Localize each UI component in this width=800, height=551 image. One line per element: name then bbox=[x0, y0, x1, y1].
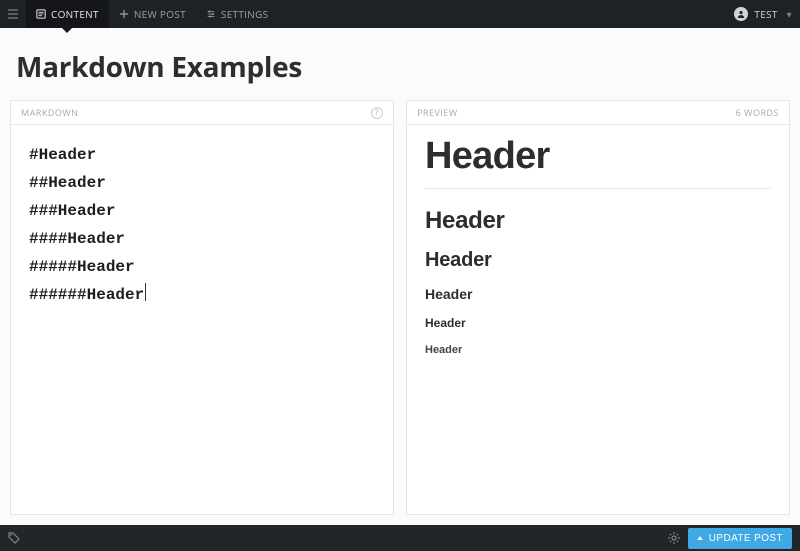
update-post-label: UPDATE POST bbox=[709, 533, 783, 544]
nav-tab-label: CONTENT bbox=[51, 7, 99, 21]
markdown-editor[interactable]: #Header ##Header ###Header ####Header ##… bbox=[11, 125, 393, 514]
preview-panel-header: PREVIEW 6 WORDS bbox=[407, 101, 789, 125]
markdown-panel-header: MARKDOWN ? bbox=[11, 101, 393, 125]
preview-h6: Header bbox=[425, 344, 771, 356]
avatar-icon bbox=[734, 7, 748, 21]
preview-h5: Header bbox=[425, 316, 771, 330]
footer-left bbox=[8, 532, 20, 544]
user-name: TEST bbox=[754, 7, 777, 21]
menu-button[interactable] bbox=[0, 0, 26, 28]
title-row: Markdown Examples bbox=[10, 38, 790, 100]
content-icon bbox=[36, 9, 46, 19]
nav-right: TEST ▾ bbox=[734, 0, 800, 28]
nav-tab-settings[interactable]: SETTINGS bbox=[196, 0, 279, 28]
sliders-icon bbox=[206, 9, 216, 19]
footer-bar: UPDATE POST bbox=[0, 525, 800, 551]
preview-h1: Header bbox=[425, 135, 771, 178]
tag-icon[interactable] bbox=[8, 532, 20, 544]
navbar: CONTENT NEW POST SETTINGS TEST ▾ bbox=[0, 0, 800, 28]
gear-icon[interactable] bbox=[668, 532, 680, 544]
nav-tab-content[interactable]: CONTENT bbox=[26, 0, 109, 28]
editor-wrap: MARKDOWN ? #Header ##Header ###Header ##… bbox=[10, 100, 790, 515]
preview-h2: Header bbox=[425, 207, 771, 235]
text-cursor bbox=[145, 283, 146, 301]
page: Markdown Examples MARKDOWN ? #Header ##H… bbox=[0, 28, 800, 525]
nav-tab-label: NEW POST bbox=[134, 7, 186, 21]
preview-hr bbox=[425, 188, 771, 189]
update-post-button[interactable]: UPDATE POST bbox=[688, 528, 792, 549]
md-line: ###Header bbox=[29, 197, 375, 225]
footer-right: UPDATE POST bbox=[668, 528, 792, 549]
chevron-down-icon: ▾ bbox=[787, 7, 792, 21]
md-line: #####Header bbox=[29, 253, 375, 281]
md-line: ######Header bbox=[29, 281, 375, 309]
markdown-panel: MARKDOWN ? #Header ##Header ###Header ##… bbox=[10, 100, 394, 515]
markdown-panel-label: MARKDOWN bbox=[21, 106, 78, 119]
md-line: ##Header bbox=[29, 169, 375, 197]
nav-tab-new-post[interactable]: NEW POST bbox=[109, 0, 196, 28]
preview-h4: Header bbox=[425, 286, 771, 302]
post-title[interactable]: Markdown Examples bbox=[16, 48, 784, 86]
markdown-help-icon[interactable]: ? bbox=[371, 107, 383, 119]
caret-up-icon bbox=[697, 536, 703, 540]
md-line: ####Header bbox=[29, 225, 375, 253]
preview-panel: PREVIEW 6 WORDS Header Header Header Hea… bbox=[406, 100, 790, 515]
plus-icon bbox=[119, 9, 129, 19]
md-line: #Header bbox=[29, 141, 375, 169]
user-menu[interactable]: TEST ▾ bbox=[734, 7, 792, 21]
nav-left: CONTENT NEW POST SETTINGS bbox=[0, 0, 278, 28]
preview-panel-label: PREVIEW bbox=[417, 106, 458, 119]
preview-body: Header Header Header Header Header Heade… bbox=[407, 125, 789, 514]
hamburger-icon bbox=[8, 9, 18, 19]
nav-tab-label: SETTINGS bbox=[221, 7, 269, 21]
word-count: 6 WORDS bbox=[736, 106, 779, 119]
preview-h3: Header bbox=[425, 249, 771, 272]
